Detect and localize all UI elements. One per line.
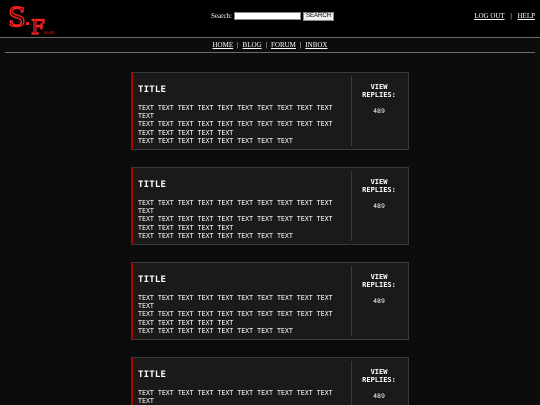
post-divider [351, 76, 352, 146]
post-replies-panel: VIEW REPLIES: 489 [353, 178, 405, 210]
reply-count: 489 [373, 107, 385, 115]
help-link[interactable]: HELP [518, 12, 536, 20]
post-body-line: TEXT TEXT TEXT TEXT TEXT [138, 223, 234, 232]
nav-separator: | [265, 41, 267, 49]
view-replies-link[interactable]: VIEW REPLIES: [353, 178, 405, 194]
nav-item-forum[interactable]: FORUM [271, 41, 296, 49]
forum-post[interactable]: TITLE TEXT TEXT TEXT TEXT TEXT TEXT TEXT… [131, 72, 409, 150]
post-body-line: TEXT TEXT TEXT TEXT TEXT TEXT TEXT TEXT … [138, 389, 333, 405]
link-separator: | [510, 12, 512, 20]
post-replies-panel: VIEW REPLIES: 489 [353, 83, 405, 115]
search-label: Search: [211, 12, 232, 20]
nav-item-inbox[interactable]: INBOX [305, 41, 327, 49]
nav-separator: | [299, 41, 302, 49]
post-body: TEXT TEXT TEXT TEXT TEXT TEXT TEXT TEXT … [138, 199, 348, 240]
logo-letter-s: S [8, 3, 26, 33]
search-form: Search: SEARCH [211, 11, 335, 21]
forum-post[interactable]: TITLE TEXT TEXT TEXT TEXT TEXT TEXT TEXT… [131, 262, 409, 340]
search-button[interactable]: SEARCH [303, 11, 335, 21]
reply-count: 489 [373, 202, 385, 210]
user-links: LOG OUT | HELP [474, 12, 535, 20]
post-body-line: TEXT TEXT TEXT TEXT TEXT TEXT TEXT TEXT … [138, 199, 333, 216]
logout-link[interactable]: LOG OUT [474, 12, 504, 20]
main-nav: HOME | BLOG | FORUM | INBOX [5, 38, 535, 53]
nav-separator: | [237, 41, 239, 49]
post-body-line: TEXT TEXT TEXT TEXT TEXT TEXT TEXT TEXT [138, 136, 293, 145]
post-title: TITLE [138, 370, 167, 380]
post-body-line: TEXT TEXT TEXT TEXT TEXT TEXT TEXT TEXT … [138, 104, 333, 121]
site-header: S F orum Search: SEARCH LOG OUT | HELP [0, 0, 540, 38]
reply-count: 489 [373, 392, 385, 400]
post-body-line: TEXT TEXT TEXT TEXT TEXT TEXT TEXT TEXT … [138, 120, 333, 129]
logo-dot [26, 22, 29, 25]
logo-subtext: orum [44, 30, 55, 35]
forum-post[interactable]: TITLE TEXT TEXT TEXT TEXT TEXT TEXT TEXT… [131, 167, 409, 245]
forum-post[interactable]: TITLE TEXT TEXT TEXT TEXT TEXT TEXT TEXT… [131, 357, 409, 405]
site-logo[interactable]: S F orum [6, 2, 56, 36]
logo-letter-f: F [31, 15, 45, 36]
post-title: TITLE [138, 275, 167, 285]
post-body: TEXT TEXT TEXT TEXT TEXT TEXT TEXT TEXT … [138, 389, 348, 405]
post-title: TITLE [138, 85, 167, 95]
post-replies-panel: VIEW REPLIES: 489 [353, 368, 405, 400]
post-divider [351, 171, 352, 241]
post-divider [351, 361, 352, 405]
post-body-line: TEXT TEXT TEXT TEXT TEXT TEXT TEXT TEXT … [138, 294, 333, 311]
reply-count: 489 [373, 297, 385, 305]
view-replies-link[interactable]: VIEW REPLIES: [353, 83, 405, 99]
nav-item-home[interactable]: HOME [213, 41, 234, 49]
post-divider [351, 266, 352, 336]
view-replies-link[interactable]: VIEW REPLIES: [353, 273, 405, 289]
post-body-line: TEXT TEXT TEXT TEXT TEXT [138, 318, 234, 327]
post-body: TEXT TEXT TEXT TEXT TEXT TEXT TEXT TEXT … [138, 104, 348, 145]
post-body: TEXT TEXT TEXT TEXT TEXT TEXT TEXT TEXT … [138, 294, 348, 335]
post-body-line: TEXT TEXT TEXT TEXT TEXT TEXT TEXT TEXT [138, 231, 293, 240]
post-body-line: TEXT TEXT TEXT TEXT TEXT TEXT TEXT TEXT [138, 326, 293, 335]
post-replies-panel: VIEW REPLIES: 489 [353, 273, 405, 305]
post-body-line: TEXT TEXT TEXT TEXT TEXT [138, 128, 234, 137]
post-body-line: TEXT TEXT TEXT TEXT TEXT TEXT TEXT TEXT … [138, 310, 333, 319]
nav-item-blog[interactable]: BLOG [243, 41, 262, 49]
post-title: TITLE [138, 180, 167, 190]
view-replies-link[interactable]: VIEW REPLIES: [353, 368, 405, 384]
search-input[interactable] [234, 12, 301, 20]
post-body-line: TEXT TEXT TEXT TEXT TEXT TEXT TEXT TEXT … [138, 215, 333, 224]
